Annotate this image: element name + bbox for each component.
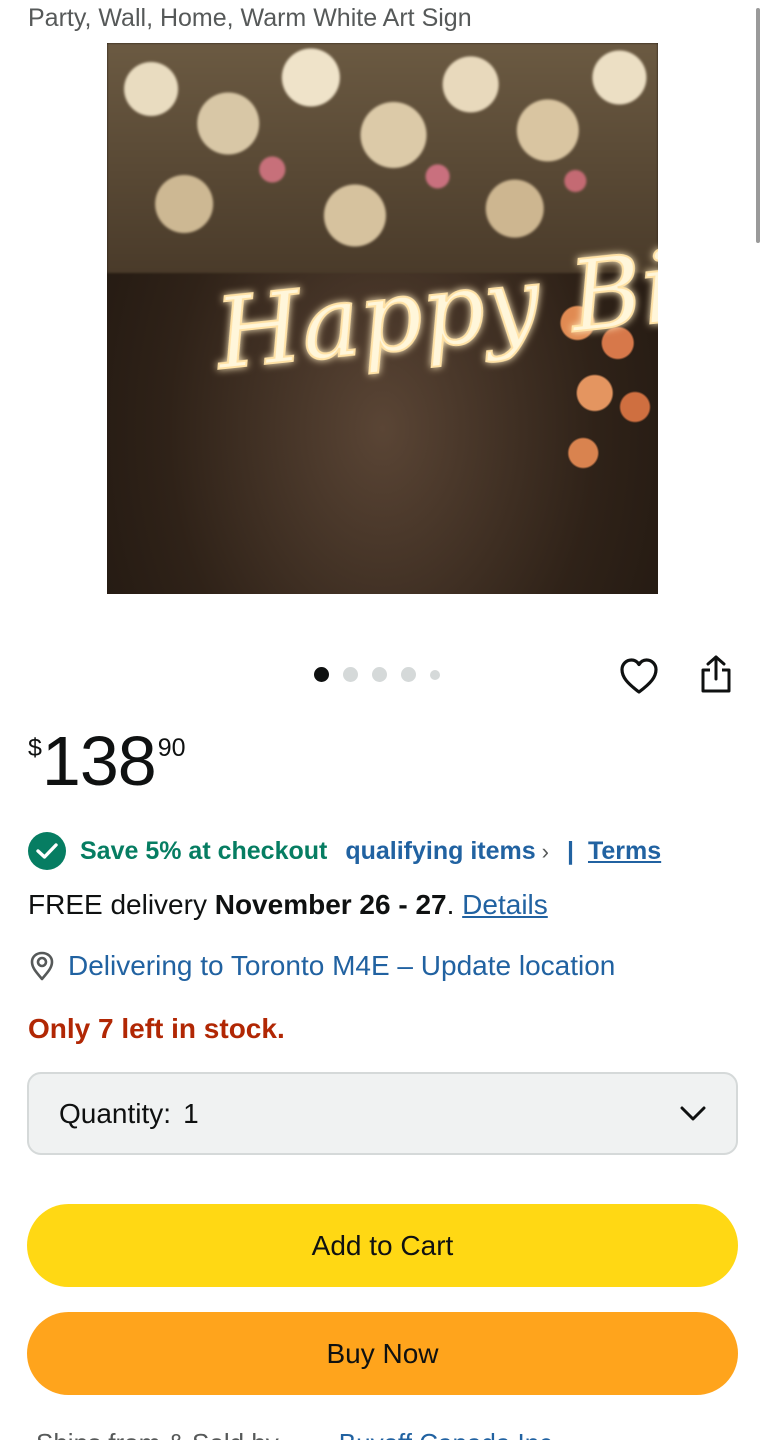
share-button[interactable] [694, 652, 738, 696]
price: $ 138 90 [28, 722, 186, 800]
carousel-dot-2[interactable] [343, 667, 358, 682]
price-whole: 138 [41, 722, 157, 800]
seller-info: Ships from & Sold by Buyoff Canada Inc [36, 1428, 552, 1440]
savings-text: Save 5% at checkout [80, 836, 328, 865]
qualifying-items-link[interactable]: qualifying items › [345, 837, 549, 866]
location-pin-icon [28, 951, 56, 981]
delivery-period: . [446, 889, 463, 920]
product-image[interactable]: Happy Birthday [107, 43, 658, 594]
separator: | [566, 836, 574, 865]
carousel-dot-1[interactable] [314, 667, 329, 682]
quantity-select[interactable]: Quantity: 1 [27, 1072, 738, 1155]
delivery-dates: November 26 - 27 [214, 889, 447, 920]
quantity-label: Quantity: [59, 1097, 172, 1129]
price-fraction: 90 [157, 734, 186, 762]
seller-link[interactable]: Buyoff Canada Inc [339, 1428, 552, 1440]
carousel-dot-3[interactable] [372, 667, 387, 682]
wishlist-button[interactable] [617, 654, 661, 698]
stock-status: Only 7 left in stock. [28, 1013, 285, 1044]
add-to-cart-button[interactable]: Add to Cart [27, 1204, 738, 1287]
chevron-down-icon [680, 1106, 706, 1122]
delivery-prefix: FREE delivery [28, 889, 215, 920]
location-text: Delivering to Toronto M4E – Update locat… [68, 950, 616, 981]
carousel-dot-4[interactable] [401, 667, 416, 682]
delivery-location-link[interactable]: Delivering to Toronto M4E – Update locat… [28, 950, 615, 982]
price-currency: $ [28, 734, 42, 762]
share-icon [701, 655, 731, 693]
qualifying-items-label: qualifying items [345, 836, 536, 865]
savings-promo: Save 5% at checkout qualifying items › | … [28, 832, 661, 870]
image-carousel-dots[interactable] [314, 667, 440, 682]
buy-now-button[interactable]: Buy Now [27, 1312, 738, 1395]
delivery-info: FREE delivery November 26 - 27. Details [28, 889, 548, 921]
neon-sign-graphic: Happy Birthday [208, 196, 658, 394]
delivery-details-link[interactable]: Details [462, 889, 548, 920]
terms-link[interactable]: Terms [588, 837, 661, 866]
ships-from-label: Ships from & Sold by [36, 1428, 279, 1440]
product-title: Party, Wall, Home, Warm White Art Sign [28, 4, 472, 32]
chevron-right-icon: › [541, 838, 549, 864]
carousel-dot-5[interactable] [430, 669, 440, 680]
scrollbar[interactable] [756, 8, 760, 243]
heart-icon [620, 658, 658, 694]
quantity-value: 1 [183, 1097, 199, 1129]
neon-text: Happy Birthday [209, 197, 658, 393]
checkmark-circle-icon [28, 832, 66, 870]
